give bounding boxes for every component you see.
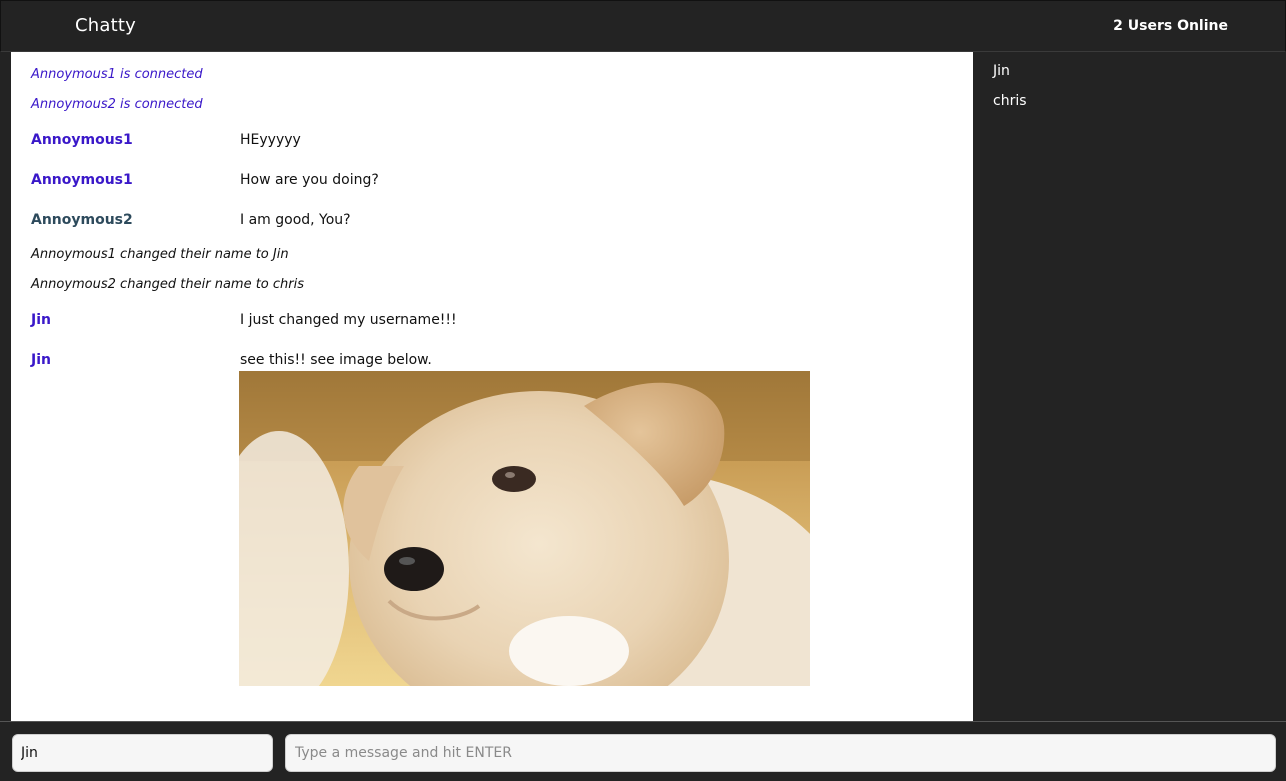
message-username: Annoymous1	[31, 172, 133, 188]
system-message: Annoymous2 changed their name to chris	[31, 277, 304, 292]
message-text: How are you doing?	[240, 172, 379, 188]
puppy-image	[239, 371, 810, 686]
message-username: Jin	[31, 312, 51, 328]
message-list[interactable]: Annoymous1 is connected Annoymous2 is co…	[11, 52, 973, 721]
message-text: I am good, You?	[240, 212, 351, 228]
system-message: Annoymous1 changed their name to Jin	[31, 247, 289, 262]
system-message: Annoymous2 is connected	[31, 97, 203, 112]
message-text: I just changed my username!!!	[240, 312, 457, 328]
app-title: Chatty	[75, 15, 136, 36]
online-user: chris	[993, 93, 1027, 109]
composer-bar	[0, 721, 1286, 781]
top-bar: Chatty 2 Users Online	[0, 0, 1286, 52]
message-username: Annoymous1	[31, 132, 133, 148]
message-username: Annoymous2	[31, 212, 133, 228]
message-text: HEyyyyy	[240, 132, 301, 148]
online-user: Jin	[993, 63, 1010, 79]
online-users-sidebar: Jin chris	[973, 52, 1286, 721]
system-message: Annoymous1 is connected	[31, 67, 203, 82]
message-username: Jin	[31, 352, 51, 368]
username-input[interactable]	[12, 734, 273, 772]
message-input[interactable]	[285, 734, 1276, 772]
message-text: see this!! see image below.	[240, 352, 432, 368]
online-users-count: 2 Users Online	[1113, 18, 1228, 34]
